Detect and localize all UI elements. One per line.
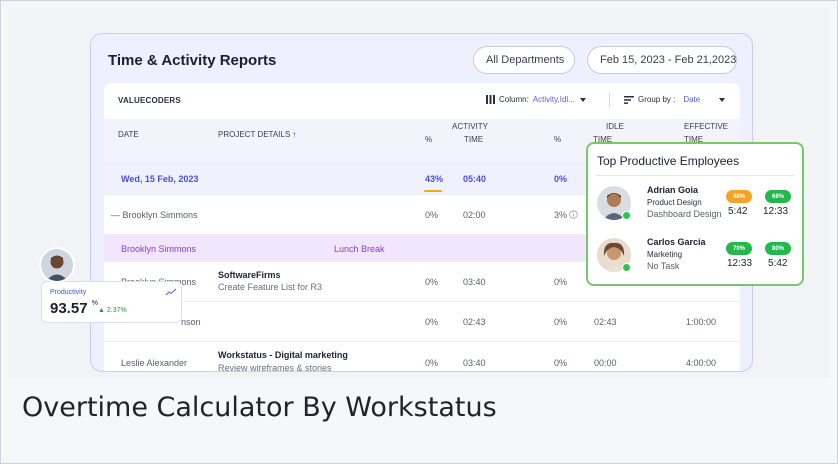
top-productive-title: Top Productive Employees [597,154,740,168]
idle-time: 02:43 [594,317,617,327]
time-value: 12:33 [727,258,753,269]
project-name: SoftwareFirms [218,270,281,280]
activity-pct: 0% [425,317,439,327]
caption-text: Overtime Calculator By Workstatus [22,392,497,423]
top-productive-card: Top Productive Employees Adrian Goia Pro… [586,142,804,286]
employee-item[interactable]: Adrian Goia Product Design Dashboard Des… [588,182,802,234]
col-idle-pct: % [554,135,562,144]
activity-pct: 0% [425,358,439,368]
employee-name: Adrian Goia [647,185,699,195]
idle-pct: 0% [554,277,568,287]
productivity-delta: ▲ 2.37% [98,307,127,314]
activity-badge: 68% [765,190,791,203]
group-by-value: Date [683,95,701,104]
online-status-icon [622,211,631,220]
task-name: Create Feature List for R3 [218,282,323,292]
activity-time: 02:43 [463,317,486,327]
date-range-select[interactable]: Feb 15, 2023 - Feb 21,2023 [587,46,737,74]
employee-name: Carlos Garcia [647,237,706,247]
divider [596,175,794,176]
table-row[interactable]: nson 0% 02:43 0% 02:43 1:00:00 [104,302,740,342]
activity-time: 03:40 [463,358,486,368]
col-activity: ACTIVITY [452,122,489,131]
employee-name: nson [181,317,201,327]
employee-name: Brooklyn Simmons [121,244,197,254]
employee-task: No Task [647,261,680,271]
table-row[interactable]: Leslie Alexander Workstatus - Digital ma… [104,342,740,372]
time-value: 5:42 [728,206,748,217]
employee-name: Leslie Alexander [121,358,188,368]
idle-pct: 0% [554,317,568,327]
activity-badge: 48% [726,190,752,203]
column-value: Activity,Idl... [532,95,575,104]
activity-time: 05:40 [463,174,487,184]
activity-badge: 80% [765,242,791,255]
column-label: Column: [499,95,529,104]
activity-time: 02:00 [463,210,486,220]
trend-up-icon [165,288,177,296]
group-lines-icon [624,95,634,104]
idle-time: 00:00 [594,358,617,368]
time-value: 5:42 [768,258,788,269]
col-activity-time: TIME [464,135,484,144]
employee-item[interactable]: Carlos Garcia Marketing No Task 70% 80% … [588,234,802,286]
avatar [39,247,75,283]
caret-down-icon [579,97,586,102]
page-title: Time & Activity Reports [108,52,277,69]
idle-pct: 0% [554,358,568,368]
employee-task: Dashboard Design [647,209,722,219]
table-toolbar: VALUECODERS Column: Activity,Idl... Grou… [104,83,740,119]
col-effective: EFFECTIVE [684,122,729,131]
productivity-label: Productivity [50,289,87,296]
group-by-label: Group by : [638,95,676,104]
caret-down-icon [719,97,726,102]
info-icon[interactable] [569,210,578,219]
project-name: Workstatus - Digital marketing [218,350,348,360]
col-activity-pct: % [425,135,433,144]
department-select[interactable]: All Departments [473,46,575,74]
online-status-icon [622,263,631,272]
employee-role: Marketing [647,250,683,259]
col-project[interactable]: PROJECT DETAILS ↑ [218,130,296,139]
effective-time: 4:00:00 [686,358,717,368]
idle-pct: 0% [554,174,568,184]
toolbar-divider [609,93,610,107]
employee-name: — Brooklyn Simmons [111,210,198,220]
employee-role: Product Design [647,198,702,207]
column-select[interactable]: Column: Activity,Idl... [486,95,587,104]
org-name: VALUECODERS [118,96,181,105]
row-date: Wed, 15 Feb, 2023 [121,174,199,184]
productivity-widget: Productivity 93.57 % ▲ 2.37% [41,281,182,323]
department-select-value: All Departments [486,54,565,66]
task-name: Review wireframes & stories [218,363,332,372]
activity-underline [424,190,442,192]
columns-icon [486,95,495,104]
activity-badge: 70% [726,242,752,255]
activity-pct: 0% [425,277,439,287]
break-label: Lunch Break [334,244,385,254]
group-by-select[interactable]: Group by : Date [624,95,726,104]
effective-time: 1:00:00 [686,317,717,327]
idle-pct: 3% [554,210,568,220]
activity-time: 03:40 [463,277,486,287]
date-range-value: Feb 15, 2023 - Feb 21,2023 [600,54,737,66]
activity-pct: 0% [425,210,439,220]
productivity-value: 93.57 % [50,300,98,317]
col-idle: IDLE [606,122,624,131]
activity-pct: 43% [425,174,444,184]
time-value: 12:33 [763,206,789,217]
col-date[interactable]: DATE [118,130,139,139]
